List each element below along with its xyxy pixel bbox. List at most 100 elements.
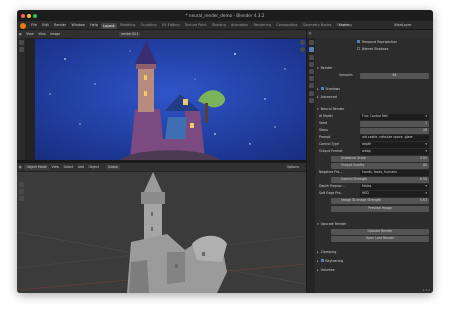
properties-header: ☰ [307, 30, 433, 38]
viewport-options-menu[interactable]: Options [285, 163, 301, 171]
workspace-tab-sculpting[interactable]: Sculpting [139, 21, 159, 30]
chevron-down-icon: ▾ [425, 114, 427, 118]
cursor-tool-icon[interactable] [18, 189, 24, 194]
preview-row: Preview Image [319, 206, 429, 212]
viewport-view-menu[interactable]: View [50, 163, 61, 171]
menu-help[interactable]: Help [88, 21, 100, 30]
jittered-shadows-checkbox[interactable]: Jittered Shadows [357, 47, 429, 53]
seed-field[interactable]: 1 [360, 121, 429, 127]
negative-prompt-input[interactable]: hands, faces, humans [360, 170, 429, 176]
soft-edge-dropdown[interactable]: HED ▾ [360, 191, 429, 197]
checkbox-icon [320, 259, 324, 263]
ai-model-dropdown[interactable]: Flux Control Net ▾ [360, 114, 429, 120]
render-slot-selector[interactable]: render.001 [119, 31, 141, 37]
properties-editor-type-icon[interactable]: ☰ [307, 30, 313, 38]
menu-edit[interactable]: Edit [40, 21, 51, 30]
blender-logo-icon[interactable] [20, 22, 26, 29]
control-type-row: Control Type depth ▾ [319, 142, 429, 148]
menu-file[interactable]: File [29, 21, 39, 30]
control-strength-slider[interactable]: Control Strength 0.50 [331, 177, 429, 183]
render-result-image [35, 39, 306, 160]
workspace-tab-geometry-nodes[interactable]: Geometry Nodes [301, 21, 334, 30]
seed-value: 1 [424, 121, 427, 125]
menu-render[interactable]: Render [52, 21, 68, 30]
upscale-render-button[interactable]: Upscale Render [331, 229, 429, 235]
world-tab-icon[interactable] [308, 76, 314, 82]
transform-orientation-selector[interactable]: Global [105, 164, 120, 170]
pan-hand-icon[interactable] [299, 47, 305, 52]
prompt-input[interactable]: old castle, nebulae space, glare [360, 135, 429, 141]
soft-edge-value: HED [362, 191, 369, 195]
scene-selector[interactable]: Scene [337, 21, 351, 30]
output-quality-row: Output Quality 80 [319, 163, 429, 169]
3d-viewport[interactable] [17, 172, 306, 293]
annotate-tool-icon[interactable] [18, 47, 24, 52]
checkbox-icon [357, 47, 361, 51]
output-quality-slider[interactable]: Output Quality 80 [331, 163, 429, 169]
control-strength-row: Control Strength 0.50 [319, 177, 429, 183]
guidance-scale-slider[interactable]: Guidance Scale 4.50 [331, 156, 429, 162]
volumes-section[interactable]: Volumes [317, 267, 429, 273]
title-bar: * neural_render_demo - Blender 4.3.2 [17, 10, 433, 21]
select-tool-icon[interactable] [18, 182, 24, 187]
seed-row: Seed 1 [319, 121, 429, 127]
advanced-section[interactable]: Advanced [317, 94, 429, 100]
header-image-menu[interactable]: Image [49, 30, 62, 38]
preview-image-button[interactable]: Preview Image [331, 206, 429, 212]
soft-edge-row: Soft Edge Pre... HED ▾ [319, 191, 429, 197]
zoom-icon[interactable] [299, 40, 305, 45]
image-editor-header: ▣ View View Image render.001 [17, 30, 306, 38]
object-tab-icon[interactable] [308, 83, 314, 89]
render-tab-icon[interactable] [308, 47, 314, 53]
negative-prompt-label: Negative Pro... [319, 170, 343, 174]
workspace-tab-uv-editing[interactable]: UV Editing [160, 21, 182, 30]
chevron-down-icon: ▾ [425, 191, 427, 195]
editor-type-icon[interactable]: ▣ [17, 30, 23, 38]
image-to-image-slider[interactable]: Image To Image Strength 0.63 [331, 198, 429, 204]
temporal-reprojection-label: Temporal Reprojection [361, 40, 398, 44]
chevron-down-icon: ▾ [425, 142, 427, 146]
clamping-section[interactable]: Clamping [317, 249, 429, 255]
physics-tab-icon[interactable] [308, 97, 314, 103]
upscale-render-section-header[interactable]: Upscale Render [317, 221, 429, 227]
open-last-render-button[interactable]: Open Last Render [331, 236, 429, 242]
modifier-tab-icon[interactable] [308, 90, 314, 96]
viewport-editor-type-icon[interactable]: ▦ [17, 163, 23, 171]
raytracing-section[interactable]: Raytracing [317, 258, 429, 264]
header-view-menu[interactable]: View [24, 30, 35, 38]
tool-tab-icon[interactable] [308, 40, 314, 46]
shadows-section[interactable]: Shadows [317, 86, 429, 92]
viewport-object-menu[interactable]: Object [87, 163, 101, 171]
scene-tab-icon[interactable] [308, 68, 314, 74]
temporal-reprojection-checkbox[interactable]: Temporal Reprojection [357, 40, 429, 46]
workspace-tab-modeling[interactable]: Modeling [118, 21, 137, 30]
workspace-tab-animation[interactable]: Animation [229, 21, 250, 30]
samples-field[interactable]: 64 [360, 73, 429, 79]
menu-window[interactable]: Window [69, 21, 86, 30]
chevron-down-icon: ▾ [425, 149, 427, 153]
control-type-dropdown[interactable]: depth ▾ [360, 142, 429, 148]
sample-tool-icon[interactable] [18, 40, 24, 45]
viewport-add-menu[interactable]: Add [76, 163, 85, 171]
view-layer-tab-icon[interactable] [308, 61, 314, 67]
header-view2-menu[interactable]: View [37, 30, 48, 38]
output-format-dropdown[interactable]: webp ▾ [360, 149, 429, 155]
viewport-select-menu[interactable]: Select [62, 163, 75, 171]
neural-render-section-header[interactable]: Neural Render [317, 106, 429, 112]
viewport-toolbar [17, 180, 25, 220]
steps-field[interactable]: 28 [360, 128, 429, 134]
viewport-header: ▦ Object Mode View Select Add Object Glo… [17, 163, 306, 171]
view-layer-selector[interactable]: ViewLayer [392, 21, 414, 30]
workspace-tab-rendering[interactable]: Rendering [252, 21, 273, 30]
workspace-tab-layout[interactable]: Layout [101, 22, 117, 29]
workspace-tab-compositing[interactable]: Compositing [274, 21, 299, 30]
workspace-tab-texture-paint[interactable]: Texture Paint [183, 21, 209, 30]
render-section-header[interactable]: Render [317, 65, 429, 71]
castle-render-illustration [35, 39, 306, 160]
output-tab-icon[interactable] [308, 54, 314, 60]
object-mode-selector[interactable]: Object Mode [24, 164, 49, 170]
depth-preprocessor-dropdown[interactable]: Midas ▾ [360, 184, 429, 190]
ai-model-label: AI Model [319, 114, 333, 118]
move-tool-icon[interactable] [18, 196, 24, 201]
workspace-tab-shading[interactable]: Shading [210, 21, 228, 30]
